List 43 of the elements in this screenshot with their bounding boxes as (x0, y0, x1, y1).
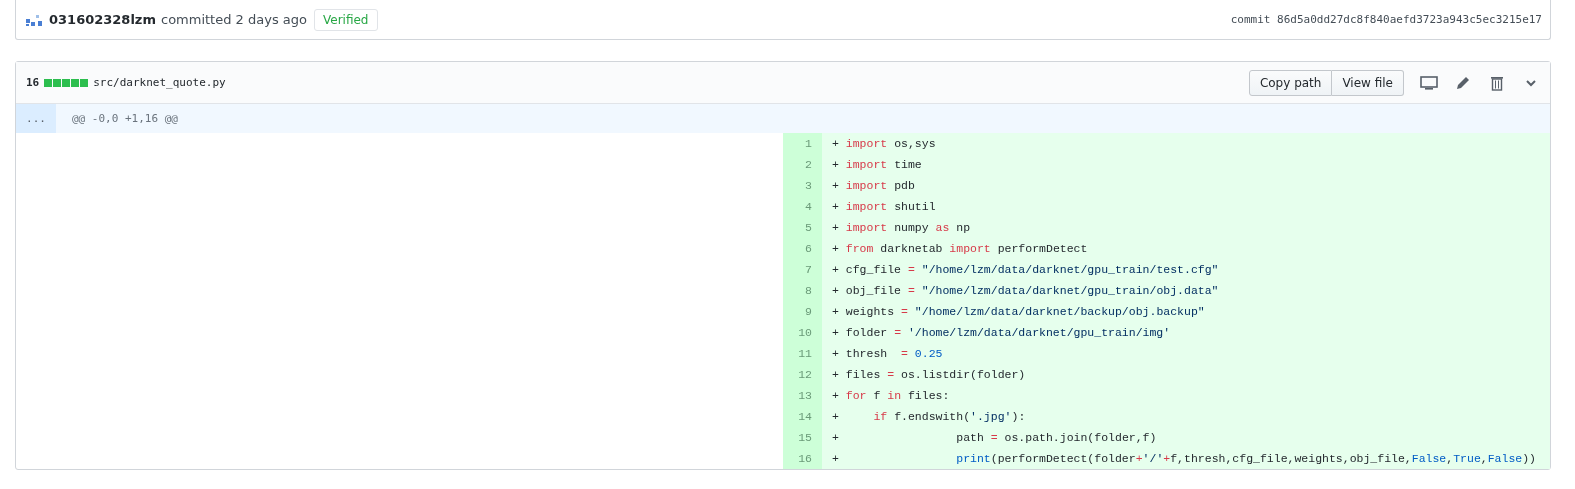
file-path[interactable]: src/darknet_quote.py (93, 76, 226, 89)
verified-badge[interactable]: Verified (314, 8, 378, 31)
author-link[interactable]: 031602328lzm (49, 12, 156, 27)
code-line: + import shutil (831, 200, 936, 213)
code-line: + path = os.path.join(folder,f) (831, 431, 1157, 444)
code-line: + obj_file = "/home/lzm/data/darknet/gpu_train/obj.data" (831, 284, 1219, 297)
line-number[interactable]: 12 (783, 364, 822, 385)
line-number[interactable]: 8 (783, 280, 822, 301)
code-line: + files = os.listdir(folder) (831, 368, 1026, 381)
code-line: + thresh = 0.25 (831, 347, 943, 360)
code-line: + if f.endswith('.jpg'): (831, 410, 1026, 423)
line-number[interactable]: 9 (783, 301, 822, 322)
line-number[interactable]: 15 (783, 427, 822, 448)
line-number[interactable]: 10 (783, 322, 822, 343)
code-line: + from darknetab import performDetect (831, 242, 1088, 255)
code-line: + import numpy as np (831, 221, 971, 234)
expand-button[interactable]: ... (16, 104, 56, 133)
line-number[interactable]: 11 (783, 343, 822, 364)
code-line: + cfg_file = "/home/lzm/data/darknet/gpu_train/test.cfg" (831, 263, 1219, 276)
code-line: + print(performDetect(folder+'/'+f,thresh,cfg_file,weights,obj_file,False,True,False)) (831, 452, 1537, 465)
line-number[interactable]: 14 (783, 406, 822, 427)
code-line: + import os,sys (831, 137, 936, 150)
code-line: + weights = "/home/lzm/data/darknet/backup/obj.backup" (831, 305, 1205, 318)
line-number[interactable]: 3 (783, 175, 822, 196)
commit-time-text: committed 2 days ago (161, 12, 307, 27)
commit-hash: commit 86d5a0dd27dc8f840aefd3723a943c5ec3215e17 (1230, 13, 1542, 26)
code-line: + import pdb (831, 179, 915, 192)
file-action-button[interactable]: View file (1332, 69, 1404, 96)
line-number[interactable]: 6 (783, 238, 822, 259)
code-line: + folder = '/home/lzm/data/darknet/gpu_train/img' (831, 326, 1171, 339)
monitor-icon[interactable] (1420, 73, 1438, 92)
code-line: + import time (831, 158, 922, 171)
code-line: + for f in files: (831, 389, 950, 402)
line-number[interactable]: 5 (783, 217, 822, 238)
line-number[interactable]: 13 (783, 385, 822, 406)
line-number[interactable]: 4 (783, 196, 822, 217)
hunk-header: @@ -0,0 +1,16 @@ (72, 112, 178, 125)
line-number[interactable]: 1 (783, 133, 822, 154)
line-number[interactable]: 16 (783, 448, 822, 469)
line-number[interactable]: 2 (783, 154, 822, 175)
file-action-button[interactable]: Copy path (1248, 69, 1333, 96)
line-number[interactable]: 7 (783, 259, 822, 280)
change-count: 16 (26, 76, 40, 89)
